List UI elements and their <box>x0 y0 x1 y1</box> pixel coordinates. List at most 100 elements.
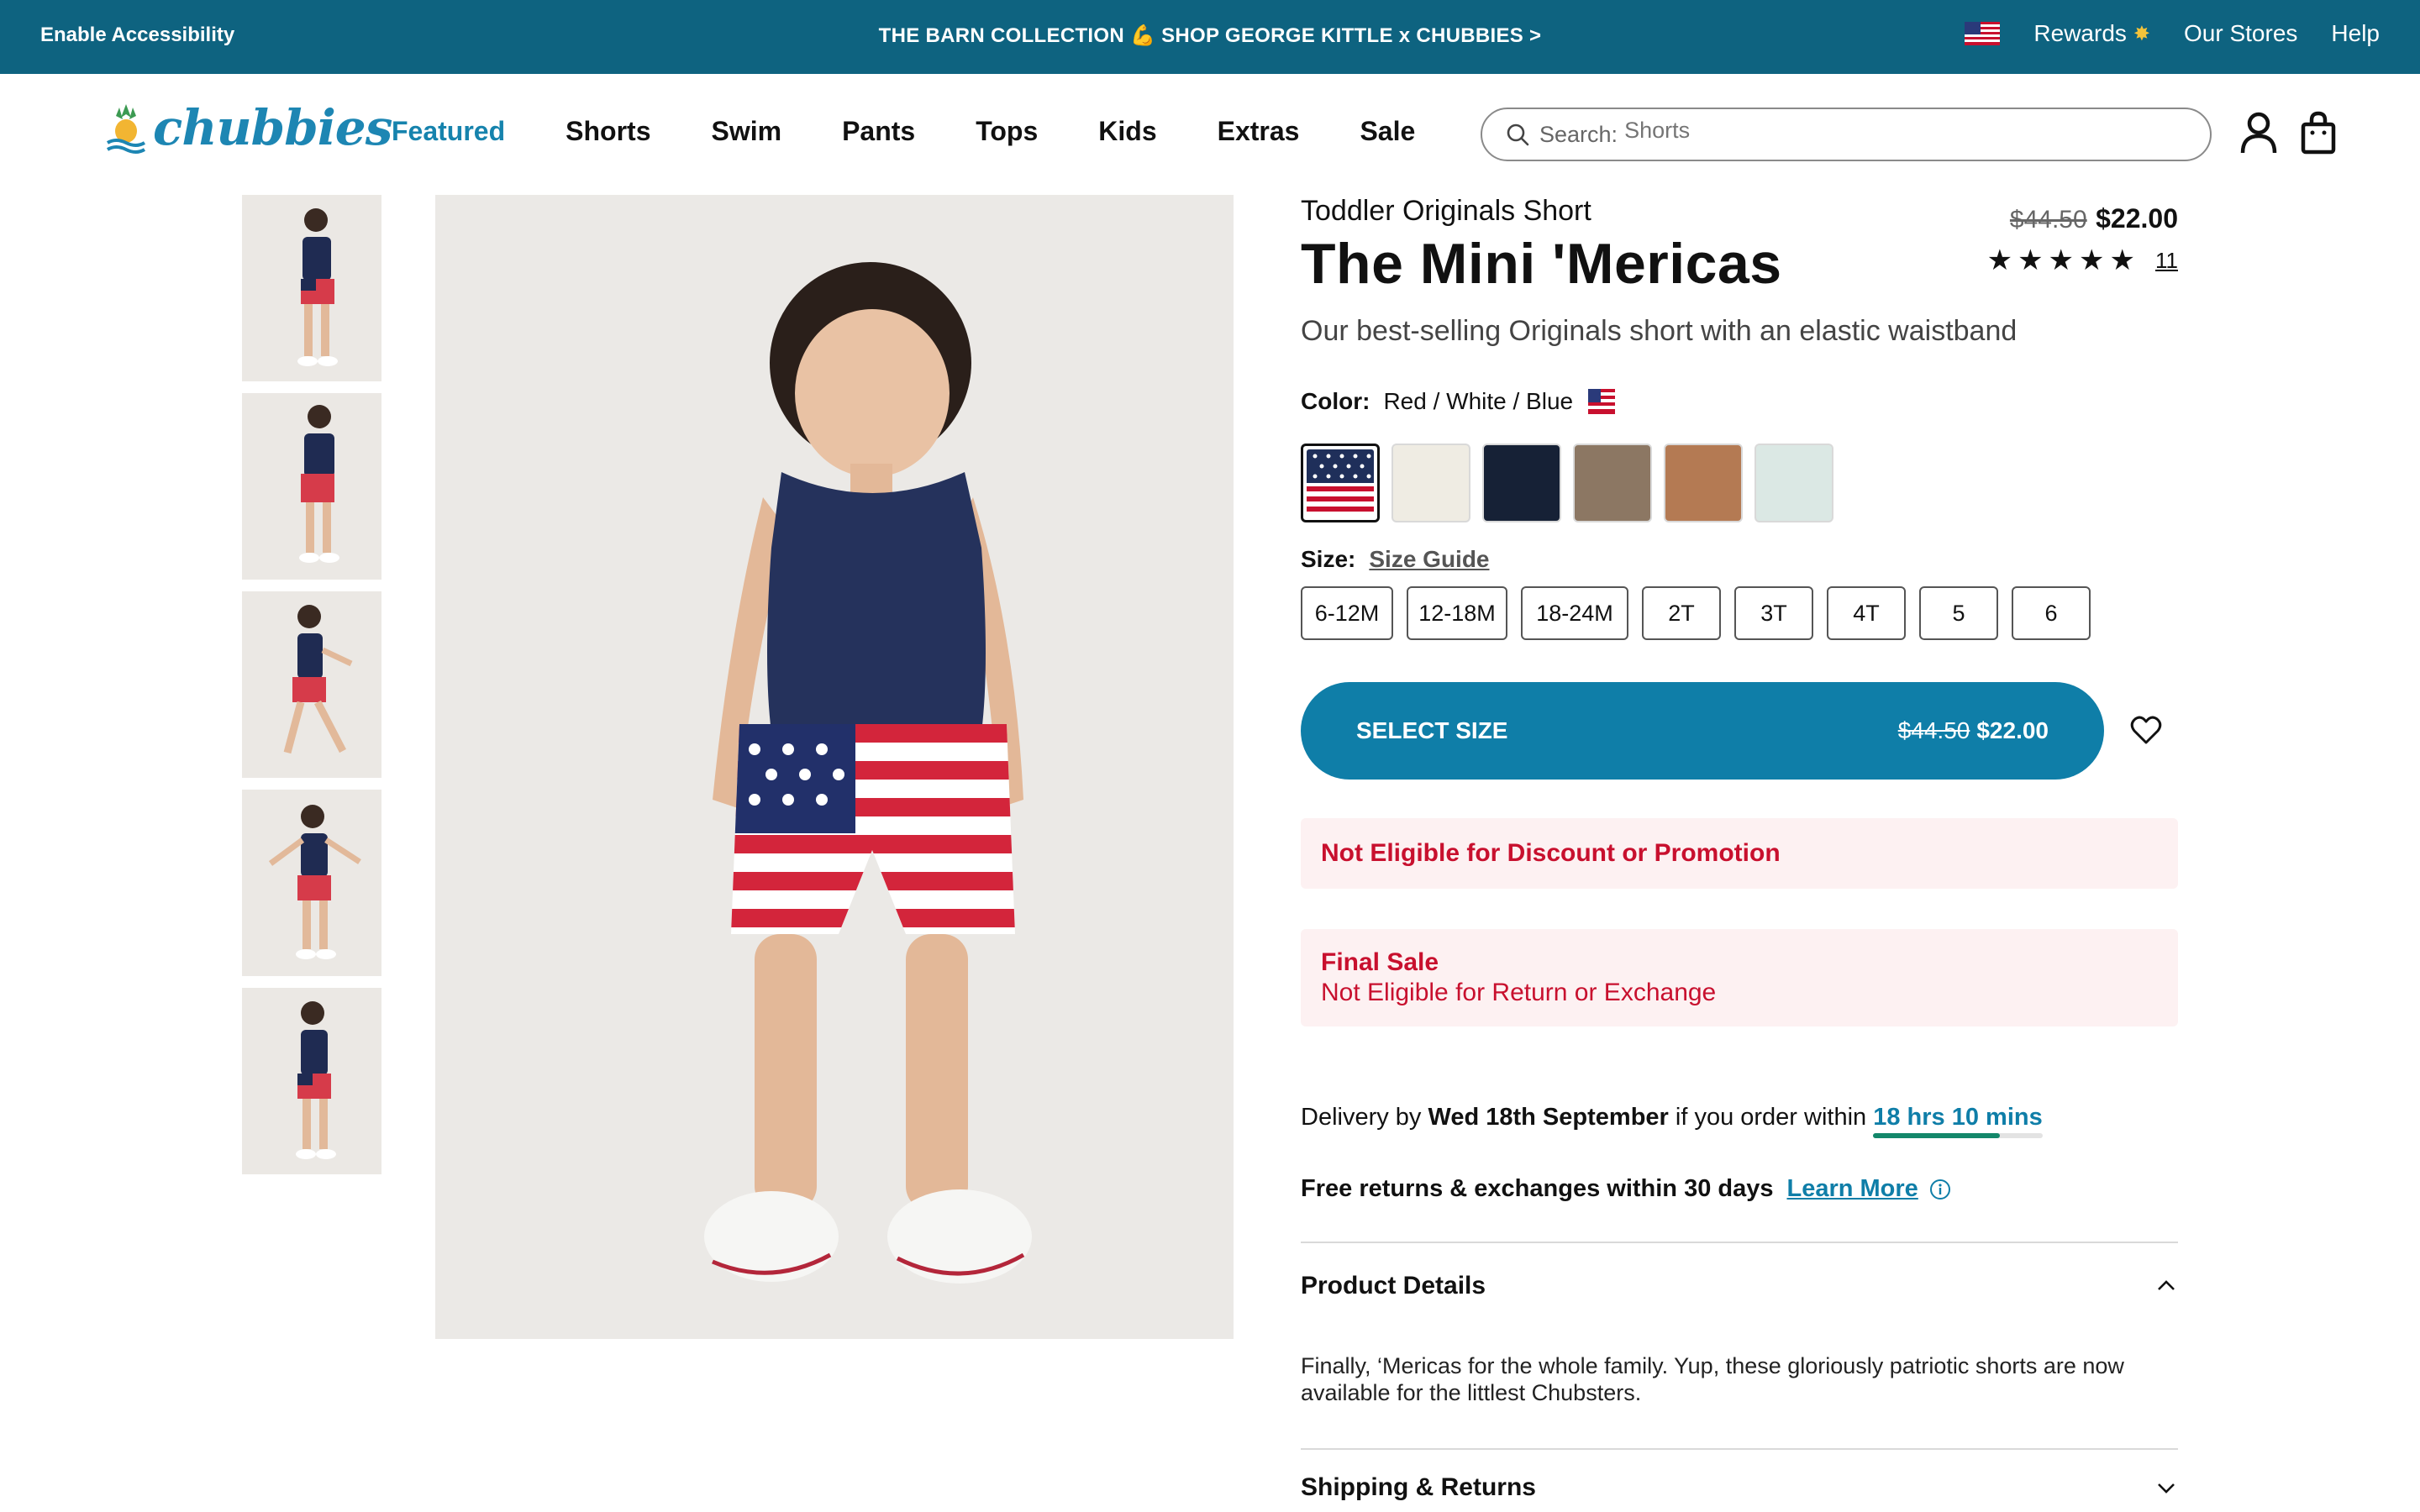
discount-ineligible-notice: Not Eligible for Discount or Promotion <box>1301 818 2178 889</box>
account-icon[interactable] <box>2239 111 2278 155</box>
info-icon[interactable] <box>1928 1178 1952 1201</box>
product-thumbnail[interactable] <box>242 195 381 381</box>
main-navigation: chubbies Featured Shorts Swim Pants Tops… <box>0 74 2420 193</box>
nav-swim[interactable]: Swim <box>711 116 781 147</box>
swatch-cream[interactable] <box>1392 444 1470 522</box>
selected-color: Red / White / Blue <box>1383 388 1574 414</box>
final-sale-text: Not Eligible for Return or Exchange <box>1321 979 1717 1006</box>
rewards-label: Rewards <box>2033 20 2127 46</box>
us-flag-icon <box>1588 389 1616 414</box>
select-size-label: SELECT SIZE <box>1356 717 1508 743</box>
size-option-2t[interactable]: 2T <box>1642 586 1721 640</box>
star-icon: ★ <box>2018 244 2044 276</box>
color-selector-label: Color: Red / White / Blue <box>1301 388 2178 415</box>
shipping-returns-title: Shipping & Returns <box>1301 1473 1536 1501</box>
color-swatches <box>1301 444 2178 522</box>
product-details-title: Product Details <box>1301 1272 1486 1299</box>
shipping-returns-toggle[interactable]: Shipping & Returns <box>1301 1473 2178 1502</box>
button-price: $44.50 $22.00 <box>1898 717 2049 744</box>
delivery-middle: if you order within <box>1675 1104 1867 1131</box>
announcement-bar: Enable Accessibility THE BARN COLLECTION… <box>0 0 2420 74</box>
search-icon <box>1507 123 1529 146</box>
promo-link[interactable]: THE BARN COLLECTION 💪 SHOP GEORGE KITTLE… <box>879 24 1542 47</box>
rating-stars[interactable]: ★ ★ ★ ★ ★ 11 <box>1987 246 2178 275</box>
utility-links: Rewards ✸ Our Stores Help <box>1965 20 2380 47</box>
category-menu: Featured Shorts Swim Pants Tops Kids Ext… <box>392 116 1415 147</box>
product-details-toggle[interactable]: Product Details <box>1301 1272 2178 1300</box>
swatch-mint[interactable] <box>1754 444 1833 522</box>
delivery-date: Wed 18th September <box>1428 1104 1669 1131</box>
chevron-down-icon <box>2158 1483 2175 1494</box>
search-box[interactable]: Search: <box>1481 108 2212 161</box>
pineapple-logo-icon <box>106 104 146 154</box>
size-option-3t[interactable]: 3T <box>1734 586 1813 640</box>
free-returns-text: Free returns & exchanges within 30 days <box>1301 1175 1774 1202</box>
button-original-price: $44.50 <box>1897 717 1970 743</box>
price-block: $44.50 $22.00 ★ ★ ★ ★ ★ 11 <box>1987 203 2178 275</box>
nav-pants[interactable]: Pants <box>842 116 915 147</box>
countdown-progress-bar <box>1873 1133 2043 1138</box>
swatch-taupe[interactable] <box>1573 444 1652 522</box>
nav-sale[interactable]: Sale <box>1360 116 1415 147</box>
brand-wordmark: chubbies <box>153 99 392 156</box>
final-sale-title: Final Sale <box>1321 948 1439 976</box>
swatch-red-white-blue[interactable] <box>1301 444 1380 522</box>
search-label: Search: <box>1539 121 1618 147</box>
nav-tops[interactable]: Tops <box>976 116 1038 147</box>
shopping-bag-icon[interactable] <box>2301 111 2336 155</box>
size-option-6[interactable]: 6 <box>2012 586 2091 640</box>
help-link[interactable]: Help <box>2331 20 2380 47</box>
product-thumbnail[interactable] <box>242 591 381 778</box>
swatch-navy[interactable] <box>1482 444 1561 522</box>
review-count-link[interactable]: 11 <box>2155 248 2178 274</box>
delivery-countdown: 18 hrs 10 mins <box>1873 1104 2043 1138</box>
product-thumbnail[interactable] <box>242 393 381 580</box>
product-main-image[interactable] <box>435 195 1234 1339</box>
nav-kids[interactable]: Kids <box>1098 116 1156 147</box>
select-size-button[interactable]: SELECT SIZE $44.50 $22.00 <box>1301 682 2104 780</box>
chevron-up-icon <box>2158 1280 2175 1290</box>
section-divider <box>1301 1448 2178 1450</box>
enable-accessibility-link[interactable]: Enable Accessibility <box>40 24 234 47</box>
countdown-progress-fill <box>1873 1133 2001 1138</box>
us-flag-icon[interactable] <box>1965 22 2001 45</box>
product-thumbnail[interactable] <box>242 790 381 976</box>
search-input[interactable] <box>1624 117 2129 144</box>
product-info-panel: Toddler Originals Short The Mini 'Merica… <box>1301 195 2178 1502</box>
size-option-12-18m[interactable]: 12-18M <box>1407 586 1507 640</box>
wishlist-heart-icon[interactable] <box>2129 714 2163 748</box>
star-icon: ★ <box>2109 244 2135 276</box>
original-price: $44.50 <box>2009 206 2087 234</box>
thumbnail-gallery <box>242 195 381 1186</box>
product-description: Our best-selling Originals short with an… <box>1301 315 2018 347</box>
size-label: Size: <box>1301 546 1356 572</box>
button-sale-price: $22.00 <box>1976 717 2049 743</box>
size-option-6-12m[interactable]: 6-12M <box>1301 586 1393 640</box>
free-returns-row: Free returns & exchanges within 30 days … <box>1301 1175 2178 1203</box>
size-option-5[interactable]: 5 <box>1919 586 1998 640</box>
star-icon: ★ <box>2079 244 2105 276</box>
delivery-prefix: Delivery by <box>1301 1104 1422 1131</box>
learn-more-link[interactable]: Learn More <box>1786 1175 1918 1203</box>
toddler-shorts-photo <box>435 195 1234 1339</box>
rewards-link[interactable]: Rewards ✸ <box>2033 20 2150 47</box>
product-details-body: Finally, ‘Mericas for the whole family. … <box>1301 1353 2124 1405</box>
product-thumbnail[interactable] <box>242 988 381 1174</box>
nav-featured[interactable]: Featured <box>392 116 505 147</box>
countdown-text: 18 hrs 10 mins <box>1873 1104 2043 1131</box>
size-guide-link[interactable]: Size Guide <box>1369 546 1489 573</box>
star-icon: ★ <box>1986 244 2013 276</box>
nav-shorts[interactable]: Shorts <box>566 116 650 147</box>
size-selector-label: Size: Size Guide <box>1301 546 2178 573</box>
final-sale-notice: Final Sale Not Eligible for Return or Ex… <box>1301 929 2178 1026</box>
add-to-cart-row: SELECT SIZE $44.50 $22.00 <box>1301 682 2178 780</box>
size-option-4t[interactable]: 4T <box>1827 586 1906 640</box>
nav-extras[interactable]: Extras <box>1218 116 1300 147</box>
star-icon: ★ <box>2048 244 2075 276</box>
swatch-caramel[interactable] <box>1664 444 1743 522</box>
flag-pattern-icon <box>1307 449 1374 517</box>
color-label: Color: <box>1301 388 1370 414</box>
our-stores-link[interactable]: Our Stores <box>2184 20 2297 47</box>
size-option-18-24m[interactable]: 18-24M <box>1521 586 1628 640</box>
chubbies-logo[interactable]: chubbies <box>104 99 392 156</box>
